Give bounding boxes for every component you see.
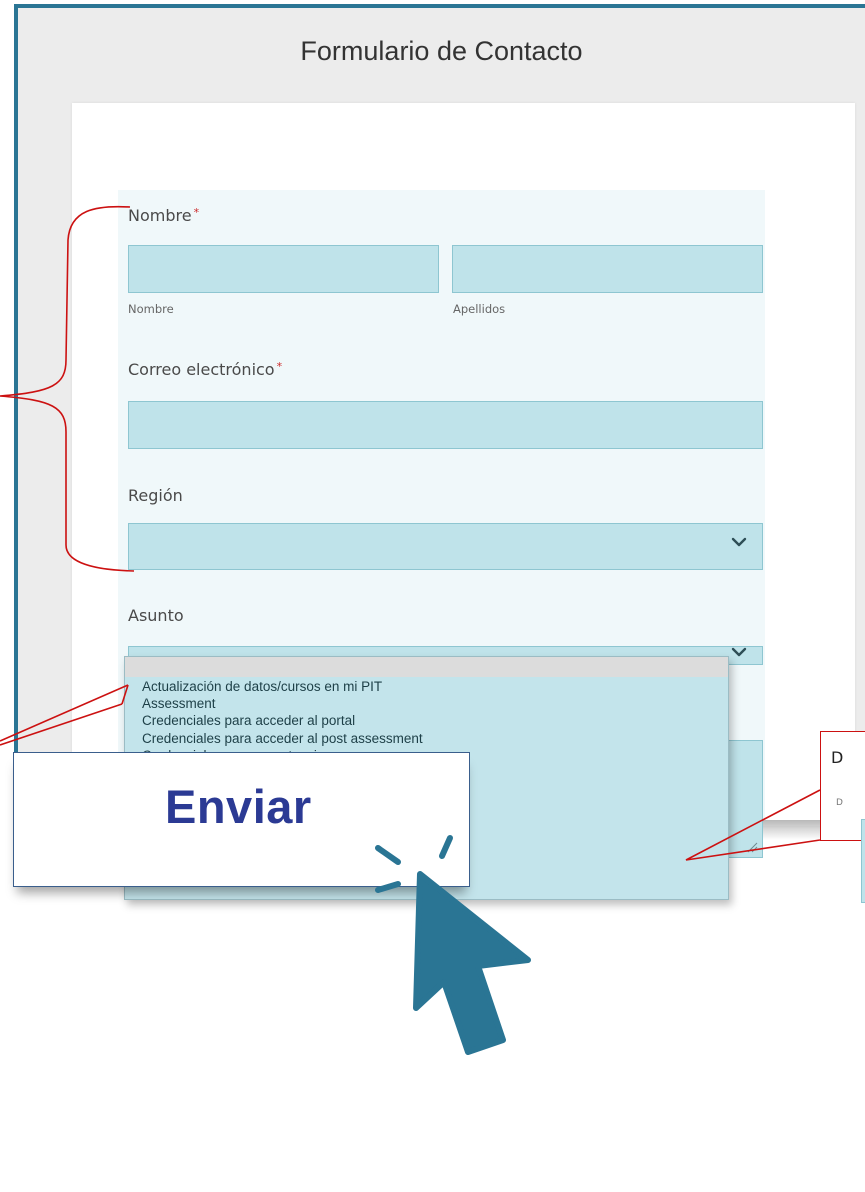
page-title: Formulario de Contacto (300, 36, 583, 66)
email-label-text: Correo electrónico (128, 360, 275, 379)
callout-textarea-preview (861, 819, 865, 903)
cursor-pointer-icon (413, 871, 531, 1055)
dropdown-option[interactable]: Assessment (125, 695, 728, 712)
name-label: Nombre * (128, 206, 199, 225)
region-label: Región (128, 486, 183, 505)
region-select[interactable] (128, 523, 763, 570)
dropdown-option[interactable]: Credenciales para acceder al portal (125, 712, 728, 729)
last-name-input[interactable] (452, 245, 763, 293)
dropdown-option[interactable]: Actualización de datos/cursos en mi PIT (125, 678, 728, 695)
email-label: Correo electrónico * (128, 360, 282, 379)
resize-handle-icon[interactable] (746, 841, 758, 853)
subject-label: Asunto (128, 606, 184, 625)
textarea-callout-box: D D (820, 731, 865, 903)
submit-button[interactable]: Enviar (165, 779, 312, 834)
email-input[interactable] (128, 401, 763, 449)
first-name-sublabel: Nombre (128, 302, 174, 316)
last-name-sublabel: Apellidos (453, 302, 506, 316)
chevron-down-icon (731, 537, 747, 547)
first-name-input[interactable] (128, 245, 439, 293)
callout-text: D (831, 748, 844, 767)
required-marker: * (193, 206, 200, 219)
dropdown-option[interactable]: Credenciales para acceder al post assess… (125, 730, 728, 747)
required-marker: * (276, 360, 283, 373)
callout-subtext: D (836, 798, 843, 808)
name-label-text: Nombre (128, 206, 192, 225)
chevron-down-icon (731, 647, 747, 657)
dropdown-empty-option[interactable] (125, 657, 728, 677)
